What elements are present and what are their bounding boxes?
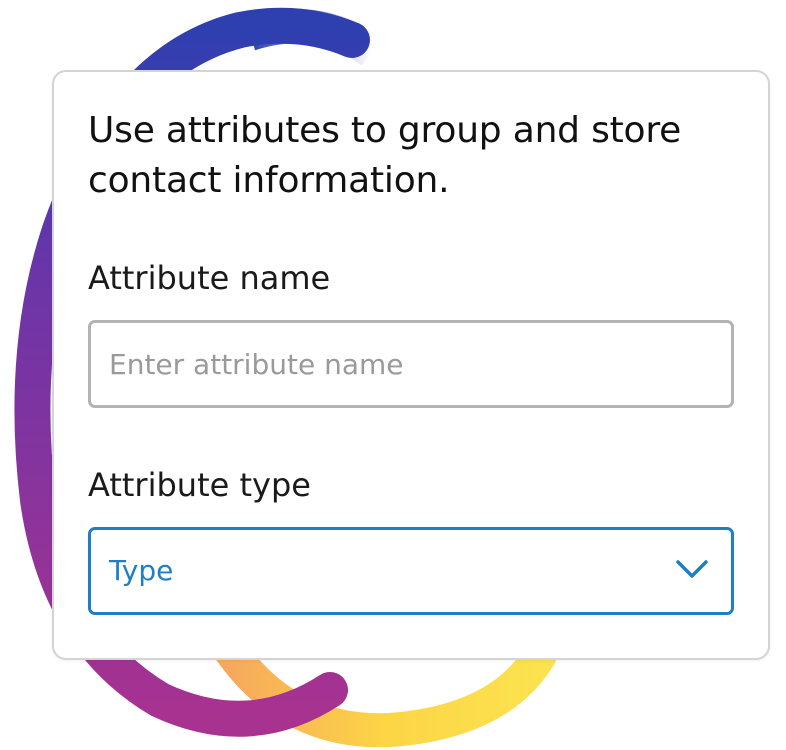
attribute-name-input[interactable] (88, 320, 734, 408)
form-heading: Use attributes to group and store contac… (88, 110, 682, 201)
attribute-type-select[interactable]: Type (88, 527, 734, 615)
attribute-type-selected-value: Type (109, 554, 174, 587)
attribute-form-card: Use attributes to group and store contac… (52, 70, 770, 660)
attribute-type-label: Attribute type (88, 466, 311, 504)
attribute-name-label: Attribute name (88, 259, 331, 297)
blue-ribbon-tail (244, 9, 383, 66)
chevron-down-icon[interactable] (675, 557, 709, 581)
